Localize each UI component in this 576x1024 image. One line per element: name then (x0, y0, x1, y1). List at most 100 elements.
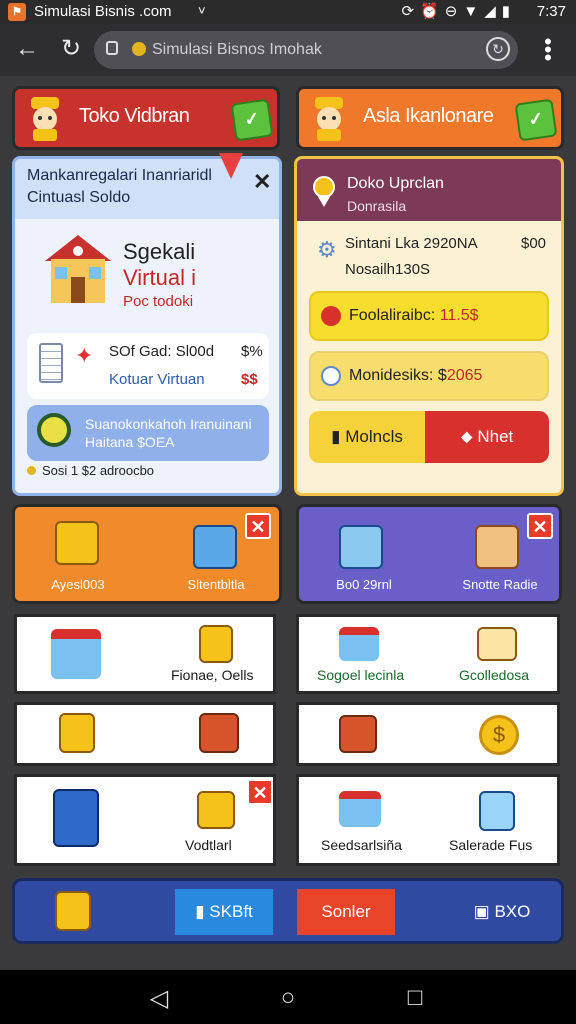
url-text[interactable]: Simulasi Bisnos Imohak (152, 41, 322, 59)
right-line-2: Nosailh130S (345, 261, 431, 278)
suitcase-icon (199, 713, 239, 753)
bottom-button-2[interactable]: Sonler (297, 889, 395, 935)
action-button-pair: ▮ Molncls ⬥ Nhet (309, 411, 549, 463)
left-panel-header: Mankanregalari Inanriaridl Cintuasl Sold… (15, 159, 279, 219)
close-icon[interactable]: ✕ (245, 513, 271, 539)
status-app-title: Simulasi Bisnis .com (34, 3, 172, 20)
revenue-row-text: Foolaliraibc: 11.5$ (349, 307, 479, 325)
brand-line-3: Poc todoki (123, 293, 194, 310)
revenue-row[interactable]: Foolaliraibc: 11.5$ (309, 291, 549, 341)
chevron-down-icon[interactable]: ˅ (198, 3, 206, 18)
purple-category-tile[interactable]: Bo0 29rnl Snotte Radie ✕ (296, 504, 562, 604)
left-panel-footer: Sosi 1 $2 adroocbo (27, 463, 154, 478)
gear-icon: ⚙ (317, 237, 337, 262)
bag-icon (199, 625, 233, 663)
reload-icon[interactable]: ↻ (486, 37, 510, 61)
search-card-line-1: Suanokonkahoh Iranuinani (85, 416, 252, 432)
market-icon (339, 627, 379, 661)
modal-button[interactable]: ▮ Molncls (309, 411, 425, 463)
close-icon[interactable]: ✕ (253, 169, 271, 195)
stat-row-2-value: $$ (241, 371, 258, 388)
document-icon (39, 343, 63, 383)
close-icon[interactable]: ✕ (247, 779, 273, 805)
stat-row-1-label: SOf Gad: Sl00d (109, 343, 215, 360)
balance-row-text: Monidesiks: $2065 (349, 367, 482, 385)
card-seedsarlsina[interactable]: Seedsarlsiña Salerade Fus (296, 774, 560, 866)
card-fionae[interactable]: Fionae, Oells (14, 614, 276, 694)
bottom-button-3-label: BXO (494, 902, 531, 921)
wifi-icon: ▼ (463, 3, 485, 20)
next-button[interactable]: ⬥ Nhet (425, 411, 549, 463)
banner-right-label: Asla Ikanlonare (363, 105, 494, 127)
back-arrow-icon[interactable]: ← (12, 36, 42, 62)
alarm-icon: ⏰ (420, 3, 445, 20)
search-card-line-2: Haitana $OEA (85, 434, 175, 450)
nav-back-icon[interactable]: ◁ (144, 984, 174, 1013)
shop-house-icon (45, 235, 111, 303)
bottom-button-1[interactable]: ▮ SKBft (175, 889, 273, 935)
refresh-icon[interactable]: ↻ (56, 36, 86, 62)
card-vodtlarl-label: Vodtlarl (185, 837, 232, 853)
chef-mascot-icon (315, 97, 343, 141)
banner-asla[interactable]: Asla Ikanlonare ✓ (296, 86, 564, 150)
coin-dot-icon (27, 466, 36, 475)
search-card-text: Suanokonkahoh Iranuinani Haitana $OEA (85, 415, 252, 451)
revenue-row-label: Foolaliraibc: (349, 307, 436, 324)
catalog-icon (53, 789, 99, 847)
coin-icon (132, 42, 146, 56)
signal-icon: ◢ (484, 3, 502, 20)
magnifier-icon (37, 413, 71, 447)
nav-home-icon[interactable]: ○ (273, 984, 303, 1012)
cash-bag-icon (59, 713, 95, 753)
lightbulb-icon (321, 366, 341, 386)
stat-row-2-label: Kotuar Virtuan (109, 371, 205, 388)
left-info-panel: Mankanregalari Inanriaridl Cintuasl Sold… (12, 153, 282, 496)
chef-mascot-icon (31, 97, 59, 141)
shield-icon (321, 306, 341, 326)
status-icons: ⟳⏰⊖▼◢▮ (401, 2, 516, 20)
modal-button-label: Molncls (345, 427, 403, 446)
package-icon (339, 525, 383, 569)
calendar-icon (339, 791, 381, 827)
dnd-icon: ⊖ (444, 3, 464, 20)
balance-row[interactable]: Monidesiks: $2065 (309, 351, 549, 401)
shield-box-icon (479, 791, 515, 831)
search-card[interactable]: Suanokonkahoh Iranuinani Haitana $OEA (27, 405, 269, 461)
bottom-button-2-label: Sonler (321, 902, 371, 921)
nav-recents-icon[interactable]: □ (400, 984, 430, 1012)
picture-frame-icon (197, 791, 235, 829)
coin-icon: $ (479, 715, 519, 755)
storefront-icon (51, 629, 101, 679)
crate-icon (193, 525, 237, 569)
status-clock: 7:37 (536, 3, 566, 20)
card-vodtlarl[interactable]: Vodtlarl ✕ (14, 774, 276, 866)
shopping-bag-icon (55, 891, 91, 931)
orange-tile-left-label: Ayesl003 (51, 577, 105, 592)
bottom-action-bar: ▮ SKBft Sonler ▣ BXO (12, 878, 564, 944)
card-sogoel-label: Sogoel lecinla (317, 667, 405, 683)
right-line-1: Sintani Lka 2920NA (345, 235, 478, 252)
warehouse-icon (339, 715, 377, 753)
card-row2-right[interactable]: $ (296, 702, 560, 766)
stat-row-1-value: $% (241, 343, 263, 360)
orange-category-tile[interactable]: Ayesl003 Sltentbltla ✕ (12, 504, 282, 604)
card-sogoel[interactable]: Sogoel lecinla Gcolledosa (296, 614, 560, 694)
right-amount: $00 (521, 235, 547, 252)
box-icon (55, 521, 99, 565)
ledger-icon (477, 627, 517, 661)
gift-box-icon (475, 525, 519, 569)
purple-tile-left-label: Bo0 29rnl (336, 577, 392, 592)
close-icon[interactable]: ✕ (527, 513, 553, 539)
bottom-button-3[interactable]: ▣ BXO (471, 889, 533, 935)
footer-text: Sosi 1 $2 adroocbo (42, 463, 155, 478)
banner-toko[interactable]: Toko Vidbran ✓ (12, 86, 280, 150)
card-fionae-label: Fionae, Oells (171, 667, 254, 683)
overflow-menu-icon[interactable]: • • • (542, 31, 554, 69)
card-row2-left[interactable] (14, 702, 276, 766)
green-cube-icon: ✓ (230, 98, 274, 142)
address-bar[interactable]: Simulasi Bisnos Imohak ↻ (94, 31, 518, 69)
banner-left-label: Toko Vidbran (79, 105, 190, 127)
battery-icon: ▮ (501, 3, 516, 20)
card-salerade-label: Salerade Fus (449, 837, 533, 853)
stats-card: ✦ SOf Gad: Sl00d Kotuar Virtuan $% $$ (27, 333, 269, 399)
